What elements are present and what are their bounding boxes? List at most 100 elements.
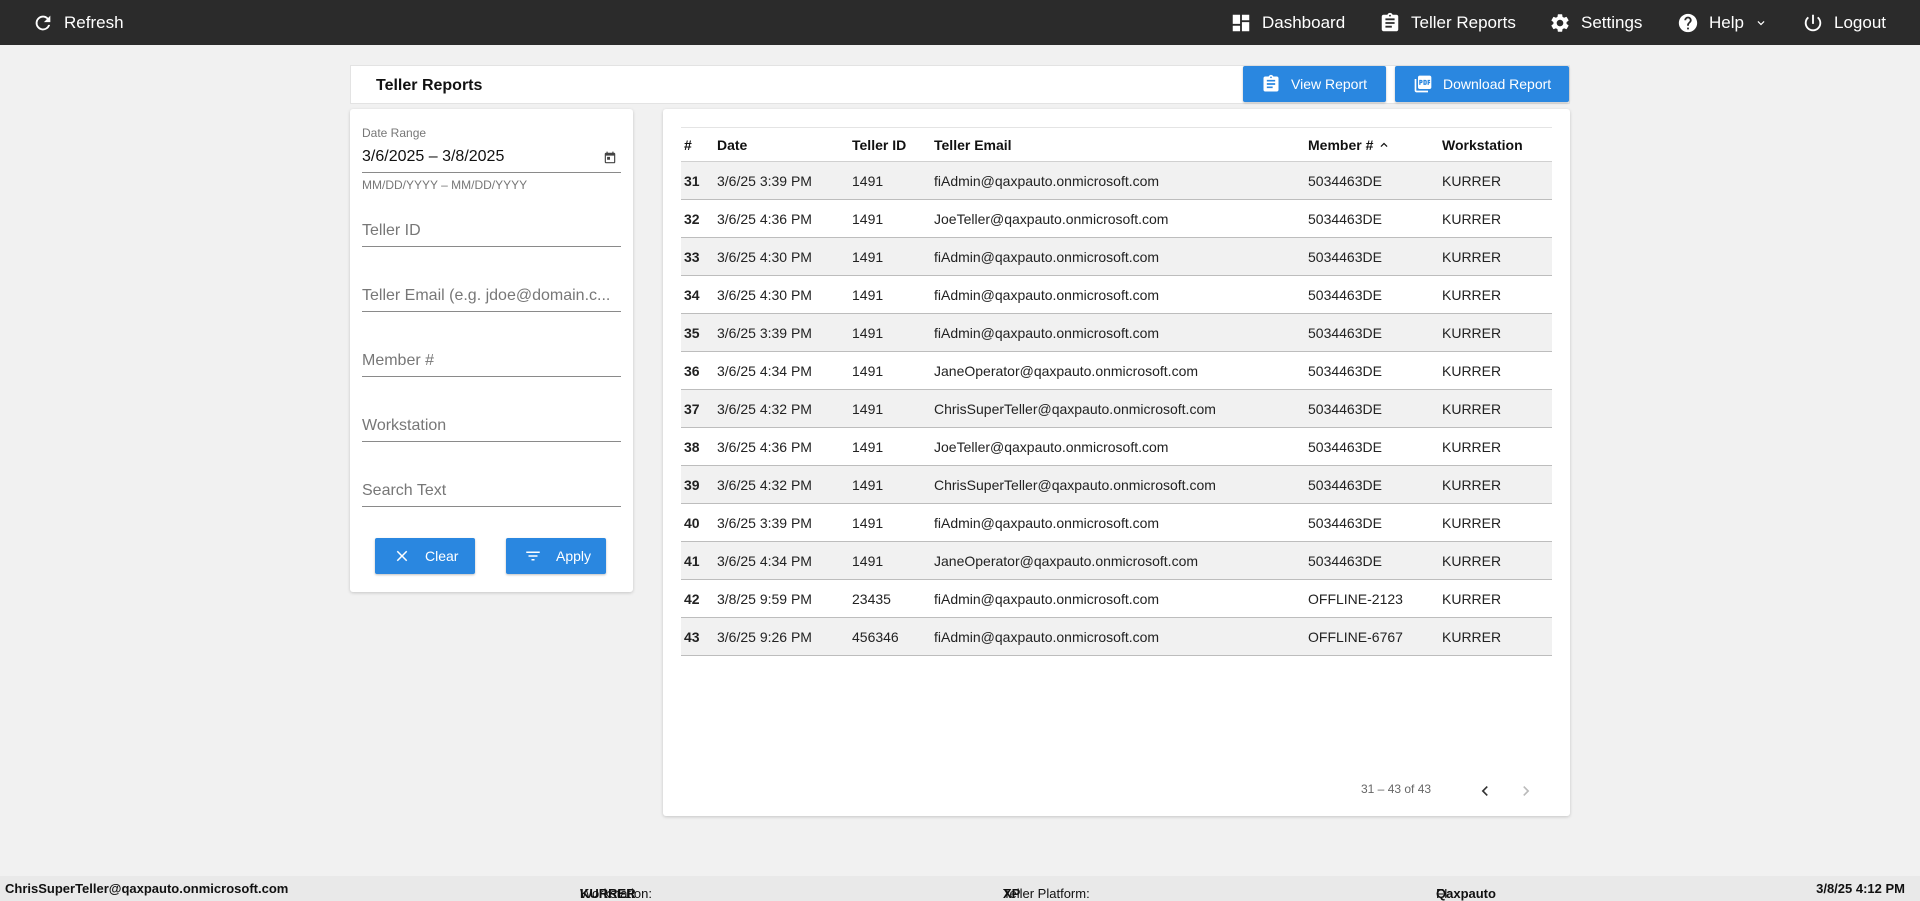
- date-range-input[interactable]: 3/6/2025 – 3/8/2025: [362, 147, 621, 173]
- table-row[interactable]: 31 3/6/25 3:39 PM 1491 fiAdmin@qaxpauto.onm…: [681, 161, 1552, 200]
- table-row[interactable]: 34 3/6/25 4:30 PM 1491 fiAdmin@qaxpauto.onm…: [681, 276, 1552, 314]
- nav-settings[interactable]: Settings: [1549, 0, 1642, 45]
- row-teller-id: 1491: [852, 438, 884, 455]
- row-member-number: 5034463DE: [1308, 438, 1382, 455]
- row-teller-email: fiAdmin@qaxpauto.onmicrosoft.com: [934, 590, 1160, 607]
- member-number-placeholder: Member #: [362, 352, 435, 369]
- row-member-number: 5034463DE: [1308, 476, 1382, 493]
- row-number: 39: [684, 476, 700, 493]
- nav-settings-label: Settings: [1581, 12, 1643, 32]
- calendar-icon[interactable]: [603, 151, 617, 165]
- row-number: 34: [684, 286, 700, 303]
- filter-panel: Date Range 3/6/2025 – 3/8/2025 MM/DD/YYY…: [350, 109, 633, 592]
- row-teller-id: 1491: [852, 286, 884, 303]
- row-teller-email: JoeTeller@qaxpauto.onmicrosoft.com: [934, 438, 1169, 455]
- download-report-button[interactable]: Download Report: [1395, 66, 1569, 102]
- download-report-label: Download Report: [1443, 76, 1552, 92]
- table-row[interactable]: 41 3/6/25 4:34 PM 1491 JaneOperator@qaxpaut…: [681, 541, 1552, 580]
- row-teller-id: 1491: [852, 514, 884, 531]
- row-number: 43: [684, 628, 700, 645]
- row-workstation: KURRER: [1442, 286, 1502, 303]
- column-header-label: Teller ID: [852, 136, 907, 153]
- row-number: 38: [684, 438, 700, 455]
- date-range-value: 3/6/2025 – 3/8/2025: [362, 148, 505, 165]
- clipboard-icon: [1263, 74, 1279, 92]
- member-number-field[interactable]: Member #: [362, 341, 621, 377]
- column-header-teller-id[interactable]: Teller ID: [852, 128, 934, 162]
- previous-page-button[interactable]: [1473, 779, 1497, 803]
- apply-button[interactable]: Apply: [506, 538, 606, 574]
- footer-user: ChrisSuperTeller@qaxpauto.onmicrosoft.co…: [5, 881, 289, 896]
- top-nav-bar: Refresh Dashboard Teller Reports Setting…: [0, 0, 1920, 45]
- table-row[interactable]: 32 3/6/25 4:36 PM 1491 JoeTeller@qaxpauto.o…: [681, 200, 1552, 238]
- row-workstation: KURRER: [1442, 172, 1502, 189]
- nav-logout[interactable]: Logout: [1802, 0, 1886, 45]
- nav-logout-label: Logout: [1834, 12, 1886, 32]
- apply-label: Apply: [556, 548, 592, 564]
- row-date: 3/6/25 4:32 PM: [717, 476, 812, 493]
- teller-id-field[interactable]: Teller ID: [362, 211, 621, 247]
- table-row[interactable]: 40 3/6/25 3:39 PM 1491 fiAdmin@qaxpauto.onm…: [681, 504, 1552, 542]
- column-header-label: Teller Email: [934, 136, 1012, 153]
- row-member-number: 5034463DE: [1308, 362, 1382, 379]
- status-bar: ChrisSuperTeller@qaxpauto.onmicrosoft.co…: [0, 876, 1920, 901]
- view-report-button[interactable]: View Report: [1243, 66, 1386, 102]
- row-member-number: 5034463DE: [1308, 400, 1382, 417]
- nav-dashboard-label: Dashboard: [1262, 12, 1346, 32]
- row-date: 3/6/25 4:36 PM: [717, 438, 812, 455]
- column-header-teller-email[interactable]: Teller Email: [934, 128, 1308, 162]
- row-member-number: 5034463DE: [1308, 552, 1382, 569]
- row-teller-email: fiAdmin@qaxpauto.onmicrosoft.com: [934, 286, 1160, 303]
- table-row[interactable]: 37 3/6/25 4:32 PM 1491 ChrisSuperTeller@qax…: [681, 389, 1552, 428]
- row-date: 3/6/25 3:39 PM: [717, 514, 812, 531]
- column-header-workstation[interactable]: Workstation: [1442, 128, 1552, 162]
- footer-timestamp: 3/8/25 4:12 PM: [1816, 881, 1905, 896]
- row-teller-id: 1491: [852, 210, 884, 227]
- row-teller-id: 1491: [852, 400, 884, 417]
- clipboard-icon: [1379, 12, 1401, 34]
- clear-button[interactable]: Clear: [375, 538, 475, 574]
- results-panel: # Date Teller ID Teller Email Member # W…: [663, 109, 1570, 816]
- row-date: 3/6/25 4:36 PM: [717, 210, 812, 227]
- table-row[interactable]: 38 3/6/25 4:36 PM 1491 JoeTeller@qaxpauto.o…: [681, 428, 1552, 466]
- column-header-number[interactable]: #: [681, 128, 717, 162]
- sort-ascending-icon: [1377, 138, 1391, 152]
- row-teller-email: fiAdmin@qaxpauto.onmicrosoft.com: [934, 324, 1160, 341]
- row-member-number: OFFLINE-6767: [1308, 628, 1403, 645]
- column-header-label: Workstation: [1442, 136, 1523, 153]
- workstation-field[interactable]: Workstation: [362, 406, 621, 442]
- row-date: 3/6/25 4:30 PM: [717, 248, 812, 265]
- table-row[interactable]: 35 3/6/25 3:39 PM 1491 fiAdmin@qaxpauto.onm…: [681, 313, 1552, 352]
- table-row[interactable]: 42 3/8/25 9:59 PM 23435 fiAdmin@qaxpauto.on…: [681, 580, 1552, 618]
- search-text-placeholder: Search Text: [362, 482, 447, 499]
- row-number: 35: [684, 324, 700, 341]
- table-row[interactable]: 36 3/6/25 4:34 PM 1491 JaneOperator@qaxpaut…: [681, 352, 1552, 390]
- table-row[interactable]: 39 3/6/25 4:32 PM 1491 ChrisSuperTeller@qax…: [681, 465, 1552, 504]
- filter-icon: [526, 551, 540, 561]
- row-member-number: 5034463DE: [1308, 286, 1382, 303]
- chevron-right-icon: [1523, 786, 1530, 796]
- nav-teller-reports-label: Teller Reports: [1411, 12, 1516, 32]
- row-teller-email: ChrisSuperTeller@qaxpauto.onmicrosoft.co…: [934, 476, 1216, 493]
- refresh-icon: [32, 12, 54, 34]
- nav-teller-reports[interactable]: Teller Reports: [1379, 0, 1516, 45]
- table-row[interactable]: 33 3/6/25 4:30 PM 1491 fiAdmin@qaxpauto.onm…: [681, 237, 1552, 276]
- nav-help-menu[interactable]: Help: [1677, 0, 1768, 45]
- footer-workstation-value: KURRER: [580, 886, 636, 901]
- table-row[interactable]: 43 3/6/25 9:26 PM 456346 fiAdmin@qaxpauto.o…: [681, 617, 1552, 656]
- search-text-field[interactable]: Search Text: [362, 471, 621, 507]
- teller-email-field[interactable]: Teller Email (e.g. jdoe@domain.c...: [362, 276, 621, 312]
- close-icon: [396, 550, 408, 562]
- row-workstation: KURRER: [1442, 248, 1502, 265]
- nav-dashboard[interactable]: Dashboard: [1230, 0, 1345, 45]
- row-workstation: KURRER: [1442, 324, 1502, 341]
- column-header-member-number[interactable]: Member #: [1308, 128, 1442, 162]
- next-page-button[interactable]: [1514, 779, 1538, 803]
- help-icon: [1677, 12, 1699, 34]
- row-number: 36: [684, 362, 700, 379]
- chevron-down-icon: [1754, 12, 1768, 34]
- pagination-range: 31 – 43 of 43: [1361, 782, 1432, 796]
- column-header-date[interactable]: Date: [717, 128, 852, 162]
- refresh-button[interactable]: Refresh: [32, 0, 124, 45]
- row-teller-id: 456346: [852, 628, 899, 645]
